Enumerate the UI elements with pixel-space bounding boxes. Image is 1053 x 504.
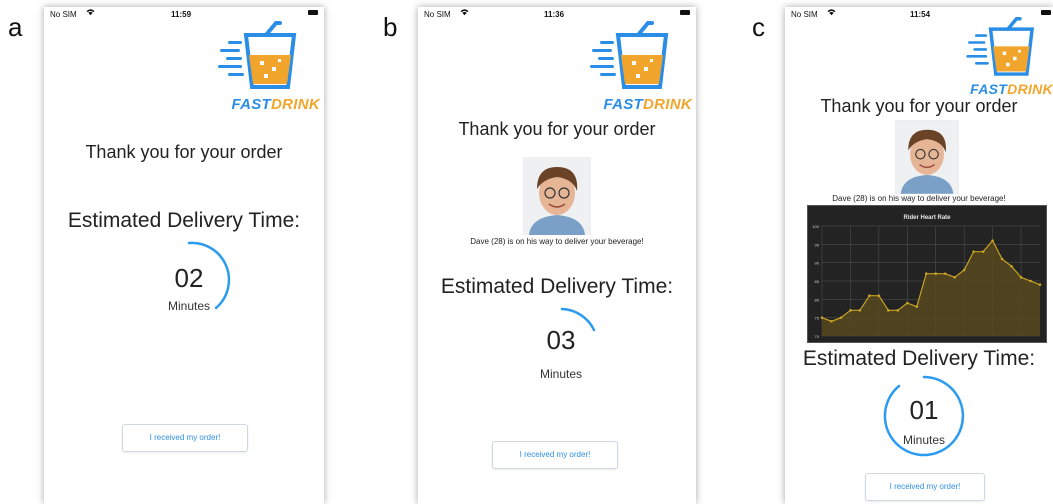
brand-name: FASTDRINK <box>603 96 692 113</box>
data-point <box>991 239 994 242</box>
brand-drink: DRINK <box>1007 81 1053 97</box>
phone-screen-b: No SIM 11:36 FASTDRINK Thank you for you… <box>418 7 696 504</box>
y-tick-label: 70 <box>815 334 820 339</box>
minutes-unit: Minutes <box>167 299 211 313</box>
brand-drink: DRINK <box>643 96 692 113</box>
data-point <box>820 316 824 319</box>
data-point <box>1019 276 1023 279</box>
clock: 11:59 <box>171 10 192 19</box>
data-point <box>877 294 881 297</box>
phone-screen-a: No SIM 11:59 FASTDRINK Thank you for you… <box>44 7 324 504</box>
data-point <box>924 272 928 275</box>
delivery-timer: 01 Minutes <box>879 371 969 461</box>
estimated-delivery-label: Estimated Delivery Time: <box>440 275 674 298</box>
data-point <box>943 272 947 275</box>
panel-label-b: b <box>383 12 398 42</box>
minutes-unit: Minutes <box>902 433 946 447</box>
brand-fast: FAST <box>231 96 271 113</box>
data-point <box>1000 257 1004 261</box>
y-tick-label: 90 <box>815 261 820 266</box>
estimated-delivery-label: Estimated Delivery Time: <box>802 347 1036 370</box>
clock: 11:36 <box>544 10 565 19</box>
rider-photo <box>895 120 959 194</box>
thank-you-message: Thank you for your order <box>85 142 283 162</box>
brand-name: FASTDRINK <box>231 96 320 113</box>
minutes-value: 03 <box>546 325 576 355</box>
data-point <box>1038 283 1042 286</box>
battery-icon <box>1041 10 1051 15</box>
data-point <box>1010 265 1013 268</box>
delivery-timer: 03 Minutes <box>516 301 606 391</box>
wifi-icon <box>86 8 95 16</box>
data-point <box>896 309 900 312</box>
wifi-icon <box>827 8 836 16</box>
y-tick-label: 75 <box>815 316 820 321</box>
brand-drink: DRINK <box>271 96 320 113</box>
data-point <box>858 309 862 312</box>
data-point <box>887 309 890 312</box>
battery-icon <box>308 10 318 15</box>
received-order-button[interactable]: I received my order! <box>122 424 248 452</box>
battery-icon <box>680 10 690 15</box>
data-point <box>839 316 843 319</box>
minutes-value: 01 <box>909 395 939 425</box>
data-point <box>953 276 956 279</box>
brand-fast: FAST <box>603 96 643 113</box>
thank-you-message: Thank you for your order <box>458 119 656 139</box>
thank-you-message: Thank you for your order <box>820 96 1018 116</box>
fastdrink-logo: FASTDRINK <box>210 21 320 113</box>
panel-label-c: c <box>752 12 765 42</box>
y-tick-label: 95 <box>815 242 820 247</box>
received-order-button[interactable]: I received my order! <box>492 441 618 469</box>
data-point <box>906 301 909 305</box>
panel-label-a: a <box>8 12 23 42</box>
brand-name: FASTDRINK <box>970 81 1053 97</box>
data-point <box>934 272 938 275</box>
estimated-delivery-label: Estimated Delivery Time: <box>67 209 301 232</box>
wifi-icon <box>460 8 469 16</box>
minutes-unit: Minutes <box>539 367 583 381</box>
y-tick-label: 100 <box>812 224 819 229</box>
rider-photo <box>523 157 591 235</box>
delivery-timer: 02 Minutes <box>144 235 234 325</box>
y-tick-label: 85 <box>815 279 820 284</box>
data-point <box>915 305 919 308</box>
data-point <box>962 268 966 272</box>
clock: 11:54 <box>910 10 931 19</box>
heart-rate-chart: Rider Heart Rate 100 95 90 85 80 75 70 <box>807 205 1047 343</box>
data-point <box>981 250 985 253</box>
data-point <box>868 294 871 297</box>
received-order-button[interactable]: I received my order! <box>865 473 985 501</box>
heart-rate-chart-svg: Rider Heart Rate 100 95 90 85 80 75 70 <box>812 215 1042 339</box>
carrier-label: No SIM <box>50 10 77 19</box>
minutes-value: 02 <box>174 263 204 293</box>
rider-message: Dave (28) is on his way to deliver your … <box>832 194 1006 203</box>
brand-fast: FAST <box>970 81 1008 97</box>
rider-message: Dave (28) is on his way to deliver your … <box>470 237 644 246</box>
data-point <box>849 309 852 312</box>
series-area <box>822 240 1040 336</box>
fastdrink-logo: FASTDRINK <box>582 21 692 113</box>
data-point <box>972 250 975 253</box>
carrier-label: No SIM <box>424 10 451 19</box>
carrier-label: No SIM <box>791 10 818 19</box>
phone-screen-c: No SIM 11:54 FASTDRINK Thank you for you… <box>785 7 1053 504</box>
data-point <box>1029 279 1032 283</box>
fastdrink-logo: FASTDRINK <box>957 17 1053 97</box>
chart-title: Rider Heart Rate <box>903 215 951 221</box>
data-point <box>830 320 833 323</box>
y-tick-label: 80 <box>815 297 820 302</box>
